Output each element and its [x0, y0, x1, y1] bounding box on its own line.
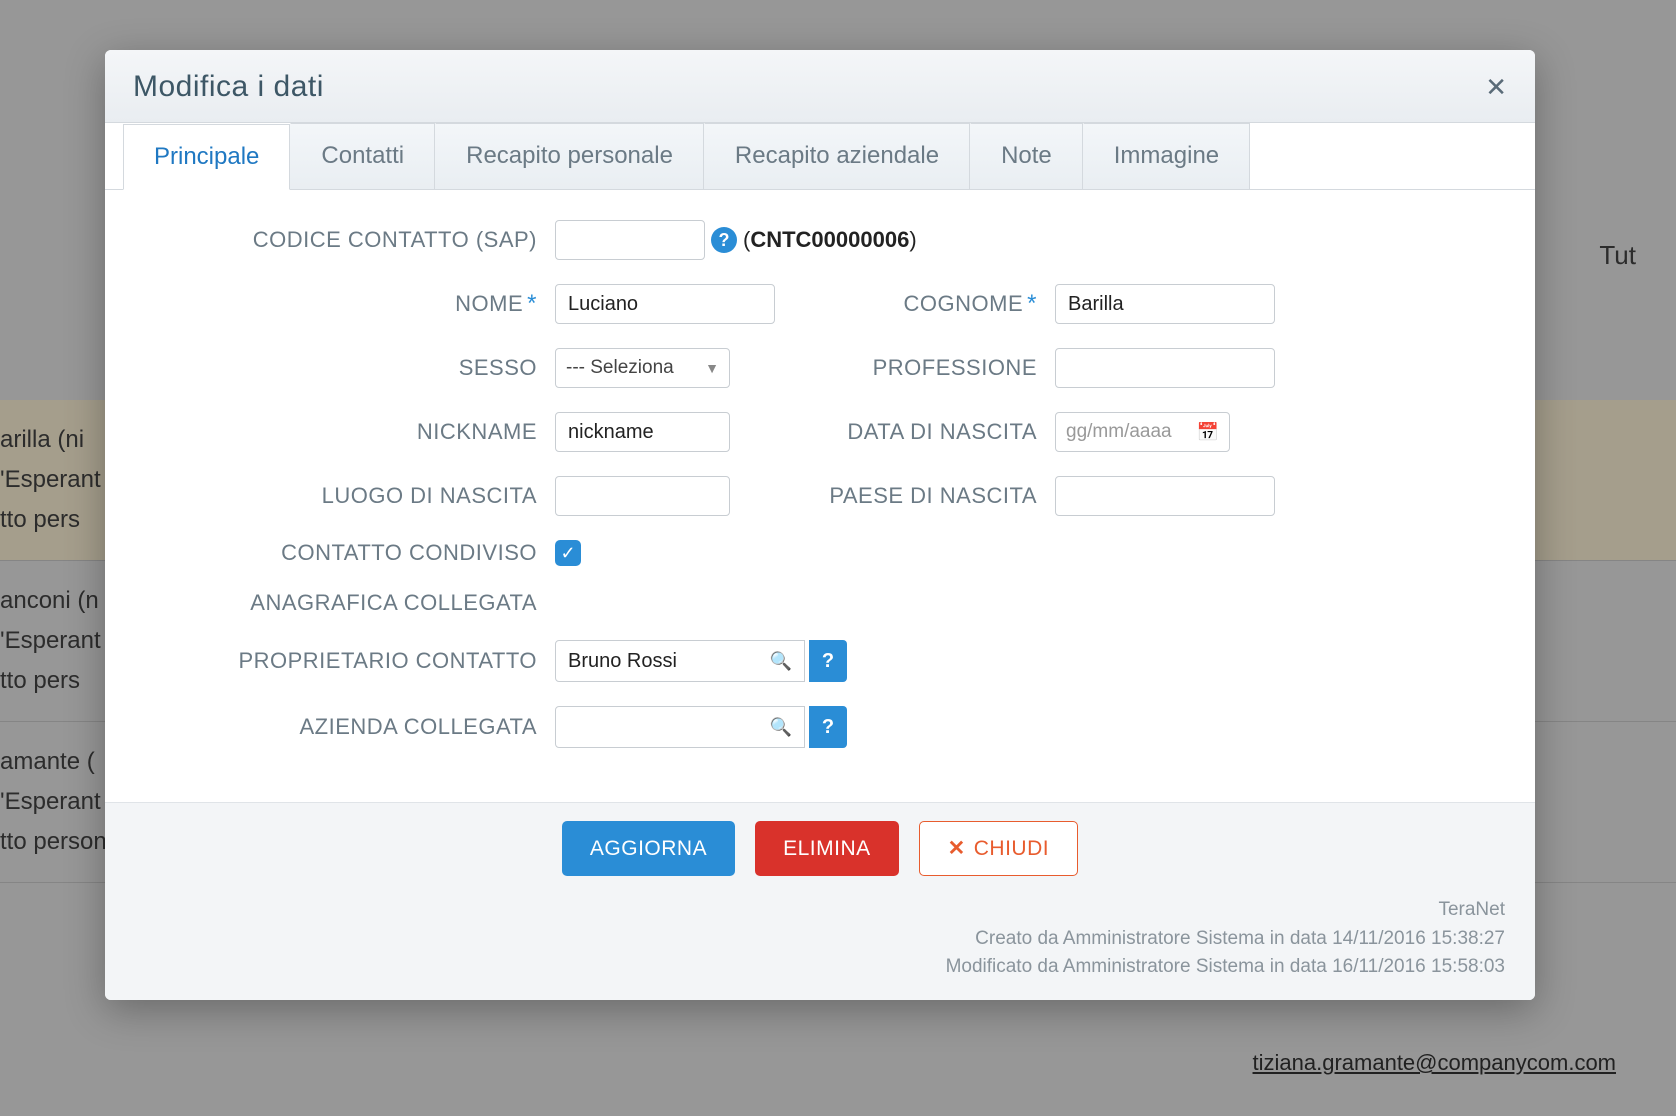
label-codice-contatto: CODICE CONTATTO (SAP)	[145, 227, 555, 253]
label-nome: NOME*	[145, 290, 555, 318]
input-codice-contatto[interactable]	[555, 220, 705, 260]
lookup-azienda-collegata[interactable]: 🔍	[555, 706, 805, 748]
label-paese-nascita: PAESE DI NASCITA	[730, 483, 1055, 509]
tab-note[interactable]: Note	[970, 123, 1083, 189]
modal-footer: AGGIORNA ELIMINA ✕CHIUDI TeraNet Creato …	[105, 802, 1535, 1000]
sap-code-display: (CNTC00000006)	[743, 227, 917, 253]
tab-contatti[interactable]: Contatti	[290, 123, 435, 189]
input-data-nascita[interactable]: gg/mm/aaaa 📅	[1055, 412, 1230, 452]
tab-recapito-personale[interactable]: Recapito personale	[435, 123, 704, 189]
input-cognome[interactable]	[1055, 284, 1275, 324]
modal-header: Modifica i dati ✕	[105, 50, 1535, 123]
label-cognome: COGNOME*	[775, 290, 1055, 318]
tab-recapito-aziendale[interactable]: Recapito aziendale	[704, 123, 970, 189]
lookup-proprietario-contatto[interactable]: Bruno Rossi 🔍	[555, 640, 805, 682]
label-anagrafica-collegata: ANAGRAFICA COLLEGATA	[145, 590, 555, 616]
label-luogo-nascita: LUOGO DI NASCITA	[145, 483, 555, 509]
label-contatto-condiviso: CONTATTO CONDIVISO	[145, 540, 555, 566]
meta-modified: Modificato da Amministratore Sistema in …	[135, 953, 1505, 982]
input-paese-nascita[interactable]	[1055, 476, 1275, 516]
label-data-nascita: DATA DI NASCITA	[730, 419, 1055, 445]
label-sesso: SESSO	[145, 355, 555, 381]
checkbox-contatto-condiviso[interactable]: ✓	[555, 540, 581, 566]
meta-created: Creato da Amministratore Sistema in data…	[135, 925, 1505, 954]
help-icon[interactable]: ?	[711, 227, 737, 253]
label-nickname: NICKNAME	[145, 419, 555, 445]
search-icon: 🔍	[770, 651, 792, 672]
close-icon: ✕	[948, 836, 966, 861]
select-sesso[interactable]: --- Seleziona ▼	[555, 348, 730, 388]
input-professione[interactable]	[1055, 348, 1275, 388]
input-nickname[interactable]	[555, 412, 730, 452]
elimina-button[interactable]: ELIMINA	[755, 821, 899, 876]
label-proprietario-contatto: PROPRIETARIO CONTATTO	[145, 648, 555, 674]
input-luogo-nascita[interactable]	[555, 476, 730, 516]
tab-bar: Principale Contatti Recapito personale R…	[105, 123, 1535, 190]
calendar-icon: 📅	[1197, 422, 1219, 443]
lookup-help-button[interactable]: ?	[809, 640, 847, 682]
form-principale: CODICE CONTATTO (SAP) ? (CNTC00000006) N…	[105, 190, 1535, 802]
input-nome[interactable]	[555, 284, 775, 324]
search-icon: 🔍	[770, 717, 792, 738]
tab-principale[interactable]: Principale	[123, 124, 290, 190]
label-azienda-collegata: AZIENDA COLLEGATA	[145, 714, 555, 740]
edit-contact-modal: Modifica i dati ✕ Principale Contatti Re…	[105, 50, 1535, 1000]
close-icon[interactable]: ✕	[1485, 72, 1507, 103]
modal-title: Modifica i dati	[133, 70, 324, 104]
modal-meta: TeraNet Creato da Amministratore Sistema…	[135, 896, 1505, 982]
chiudi-button[interactable]: ✕CHIUDI	[919, 821, 1078, 876]
aggiorna-button[interactable]: AGGIORNA	[562, 821, 735, 876]
meta-company: TeraNet	[135, 896, 1505, 925]
lookup-help-button[interactable]: ?	[809, 706, 847, 748]
label-professione: PROFESSIONE	[730, 355, 1055, 381]
chevron-down-icon: ▼	[705, 360, 719, 376]
tab-immagine[interactable]: Immagine	[1083, 123, 1250, 189]
